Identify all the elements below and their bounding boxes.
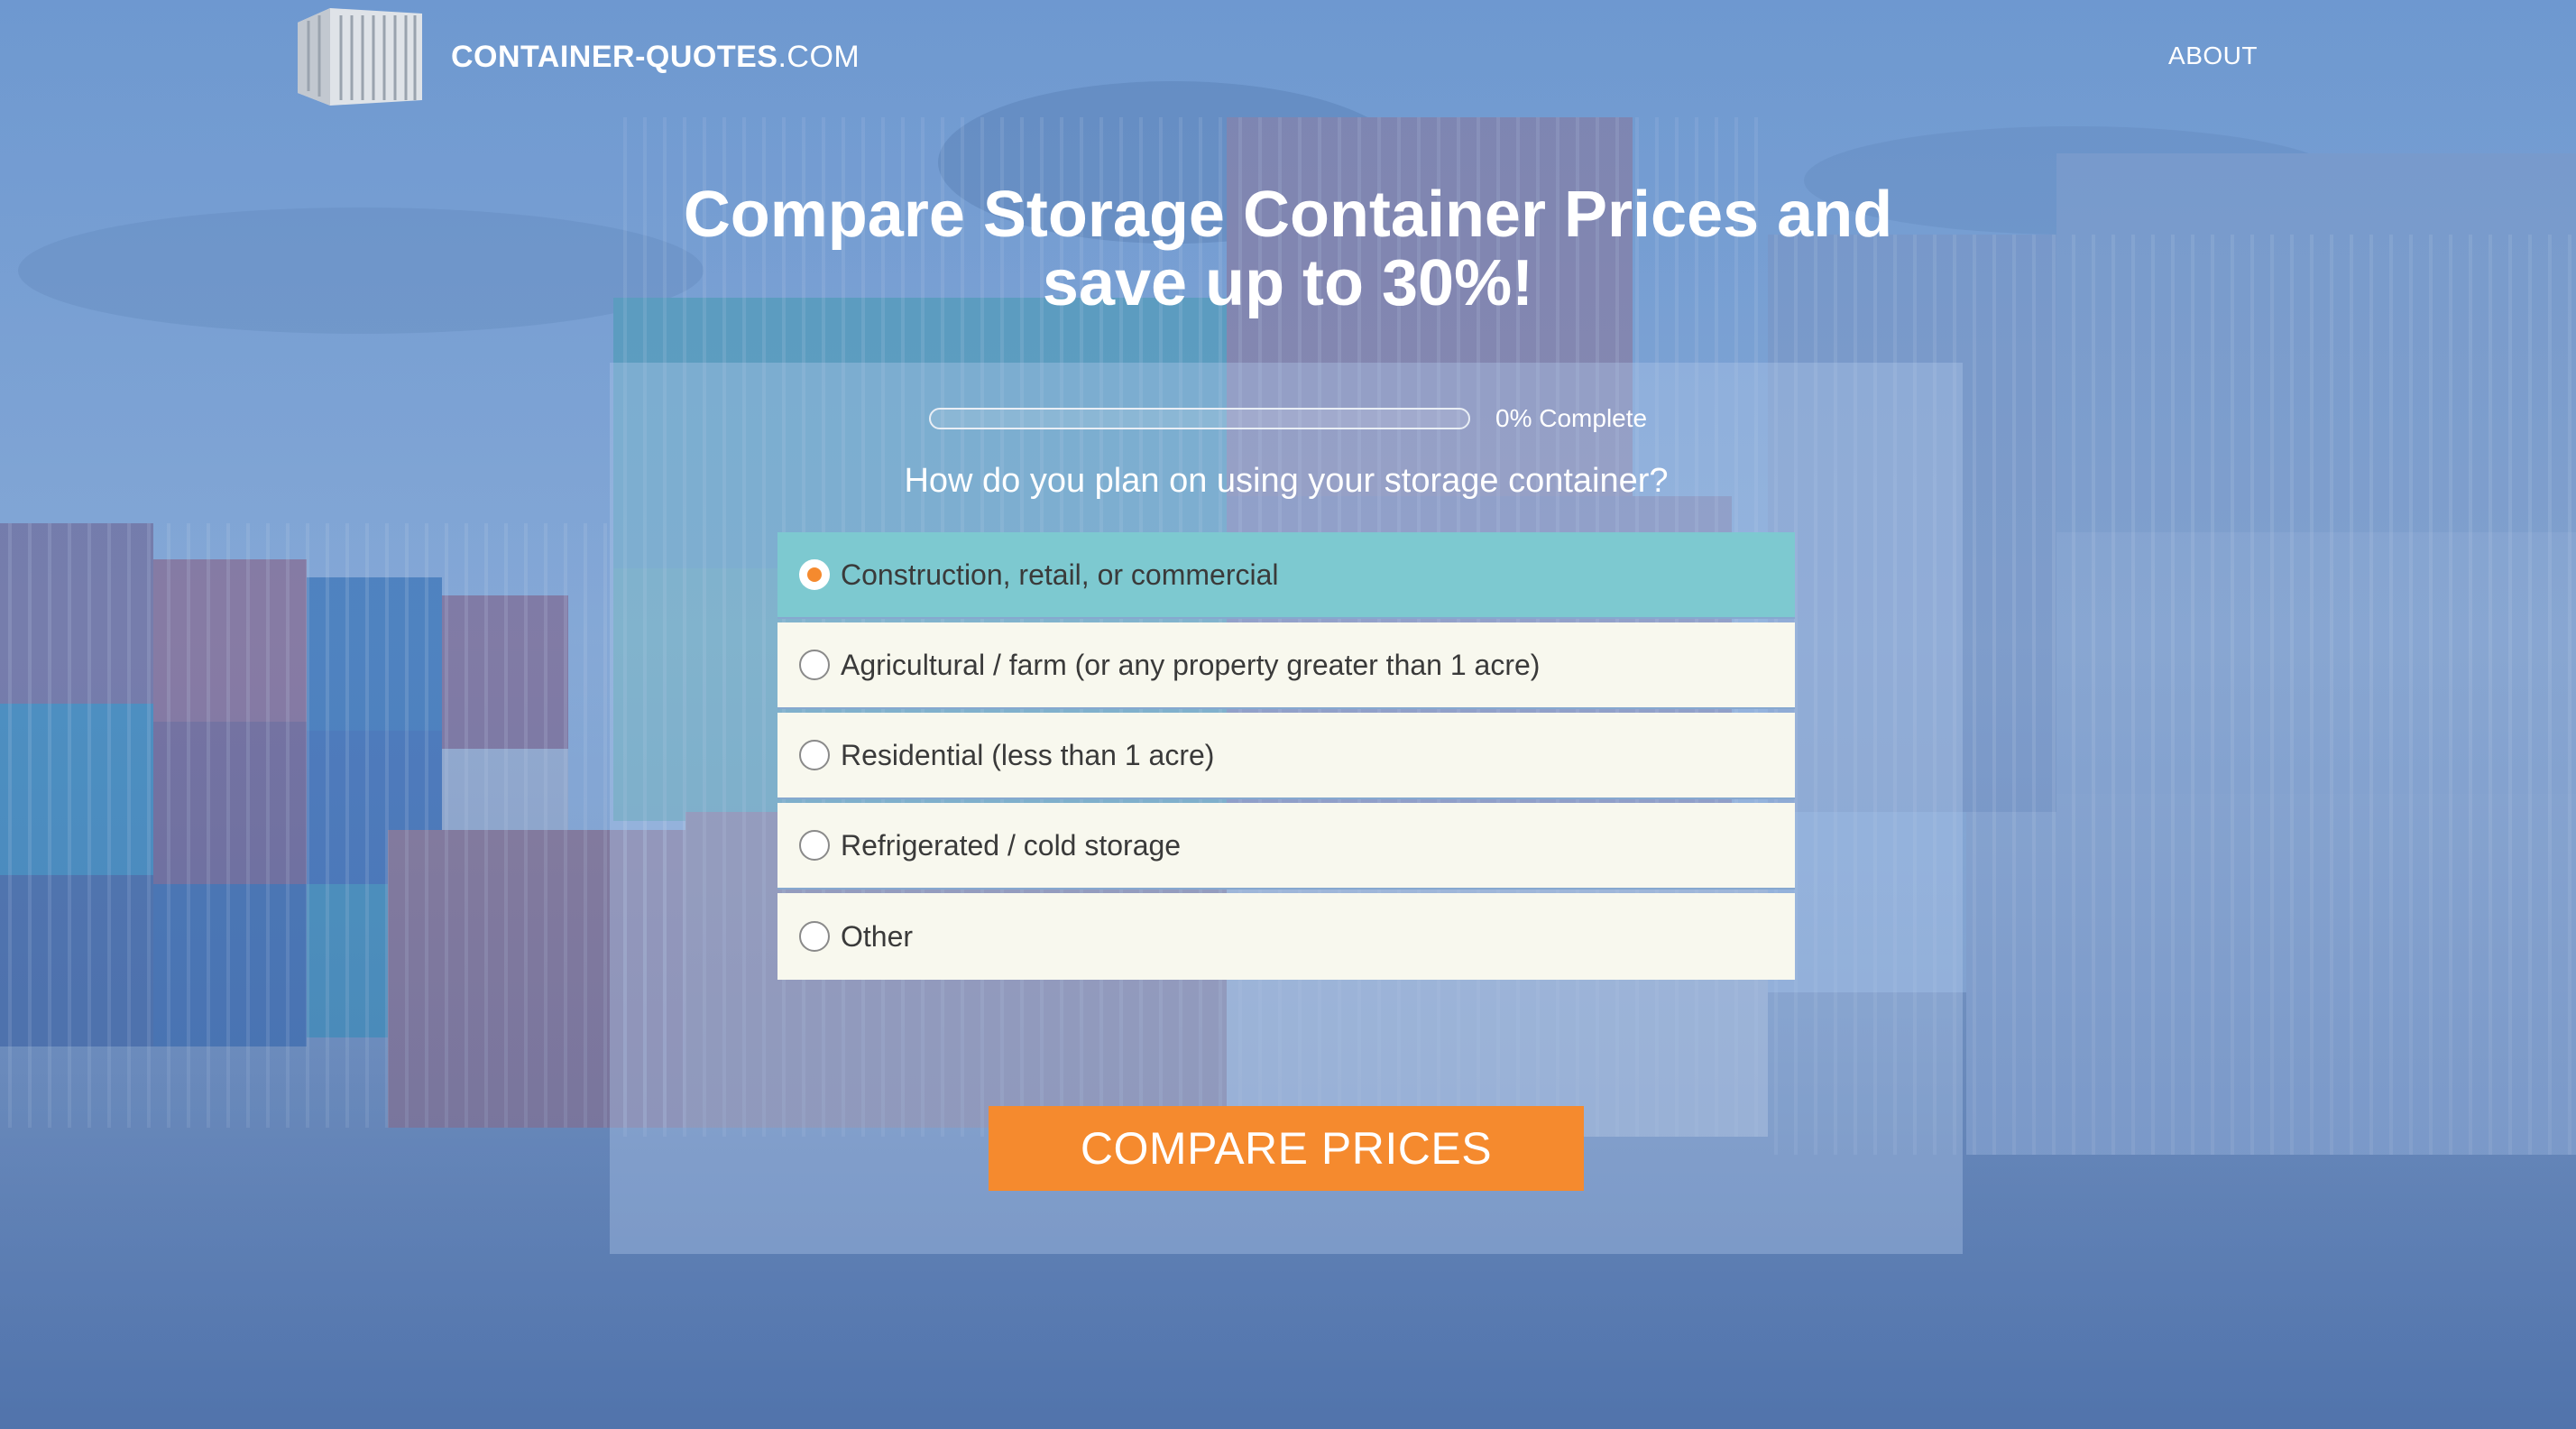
headline-line-1: Compare Storage Container Prices and bbox=[683, 179, 1893, 251]
compare-prices-button[interactable]: COMPARE PRICES bbox=[989, 1106, 1584, 1191]
usage-options-list: Construction, retail, or commercial Agri… bbox=[777, 532, 1795, 983]
progress-label: 0% Complete bbox=[1495, 404, 1648, 432]
radio-button[interactable] bbox=[799, 830, 830, 861]
option-other[interactable]: Other bbox=[777, 893, 1795, 980]
progress-indicator: 0% Complete bbox=[929, 404, 1647, 433]
shipping-container-icon bbox=[298, 8, 422, 106]
option-residential[interactable]: Residential (less than 1 acre) bbox=[777, 713, 1795, 799]
logo-text-domain: .COM bbox=[777, 39, 860, 74]
page: CONTAINER-QUOTES.COM ABOUT Compare Stora… bbox=[0, 0, 2576, 1429]
page-headline: Compare Storage Container Prices and sav… bbox=[0, 180, 2576, 318]
radio-button[interactable] bbox=[799, 921, 830, 952]
site-logo-link[interactable]: CONTAINER-QUOTES.COM bbox=[294, 4, 860, 110]
logo-text: CONTAINER-QUOTES.COM bbox=[451, 40, 860, 75]
quote-form-card: 0% Complete How do you plan on using you… bbox=[610, 363, 1963, 1254]
option-agricultural[interactable]: Agricultural / farm (or any property gre… bbox=[777, 622, 1795, 709]
option-label: Other bbox=[841, 919, 914, 953]
radio-button[interactable] bbox=[799, 650, 830, 680]
radio-button[interactable] bbox=[799, 740, 830, 770]
headline-line-2: save up to 30%! bbox=[1042, 247, 1534, 319]
option-label: Agricultural / farm (or any property gre… bbox=[841, 648, 1541, 681]
progress-bar bbox=[929, 408, 1470, 429]
option-refrigerated[interactable]: Refrigerated / cold storage bbox=[777, 803, 1795, 890]
option-label: Residential (less than 1 acre) bbox=[841, 738, 1215, 771]
nav-about-link[interactable]: ABOUT bbox=[2168, 41, 2258, 70]
form-question: How do you plan on using your storage co… bbox=[904, 462, 1669, 500]
option-construction[interactable]: Construction, retail, or commercial bbox=[777, 532, 1795, 619]
radio-button[interactable] bbox=[799, 559, 830, 590]
logo-text-name: CONTAINER-QUOTES bbox=[451, 39, 778, 74]
option-label: Construction, retail, or commercial bbox=[841, 558, 1279, 591]
option-label: Refrigerated / cold storage bbox=[841, 828, 1182, 862]
